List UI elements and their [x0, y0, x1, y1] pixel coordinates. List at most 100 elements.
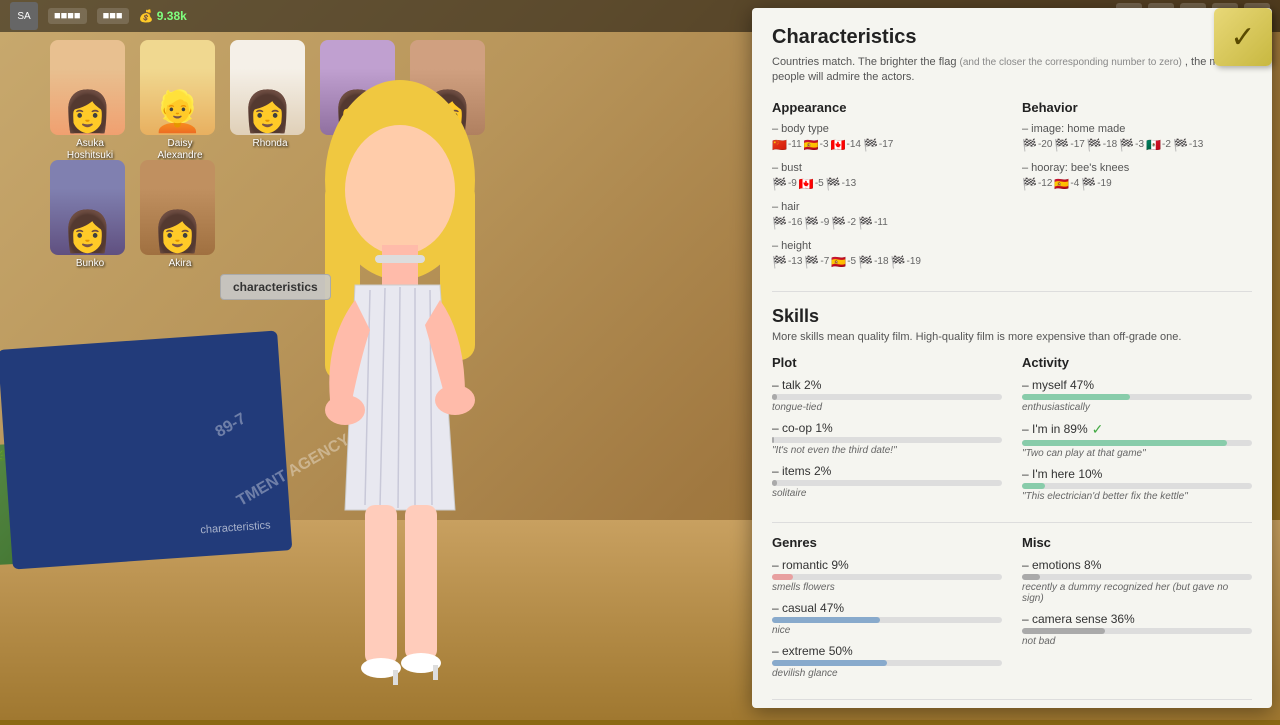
skill-imin-bar: [1022, 440, 1227, 446]
flag-es2: 🇪🇸-5: [831, 255, 856, 269]
char-card-asuka[interactable]: 👩 AsukaHoshitsuki: [50, 40, 130, 162]
image-group: – image: home made 🏁-20 🏁-17 🏁-18 🏁-3 🇲🇽…: [1022, 123, 1252, 152]
char-card-akira[interactable]: 👩 Akira: [140, 160, 220, 270]
char-card-label-akira: Akira: [140, 258, 220, 270]
skill-myself-name: – myself 47%: [1022, 378, 1252, 392]
flag-h1: 🏁-12: [1022, 177, 1052, 191]
characteristics-columns: Appearance – body type 🇨🇳-11 🇪🇸-3 🇨🇦-14 …: [772, 100, 1252, 279]
flag-es1: 🇪🇸-3: [804, 138, 829, 152]
skill-items-bar-container: [772, 480, 1002, 486]
skill-items-name: – items 2%: [772, 464, 1002, 478]
main-panel: Characteristics Countries match. The bri…: [752, 8, 1272, 708]
hud-avatar: SA: [10, 2, 38, 30]
flag-b2: 🏁-17: [1054, 138, 1084, 152]
appearance-title: Appearance: [772, 100, 1002, 115]
hair-flags: 🏁-16 🏁-9 🏁-2 🏁-11: [772, 216, 1002, 230]
bust-group: – bust 🏁-9 🇨🇦-5 🏁-13: [772, 162, 1002, 191]
hooray-group: – hooray: bee's knees 🏁-12 🇪🇸-4 🏁-19: [1022, 162, 1252, 191]
skill-camera-desc: not bad: [1022, 636, 1252, 647]
flag-ca2: 🇨🇦-5: [799, 177, 824, 191]
skill-coop-name: – co-op 1%: [772, 421, 1002, 435]
char-card-label-asuka: AsukaHoshitsuki: [50, 138, 130, 162]
height-flags: 🏁-13 🏁-7 🇪🇸-5 🏁-18 🏁-19: [772, 255, 1002, 269]
flag-f9: 🏁-7: [804, 255, 829, 269]
skill-imhere-bar-container: [1022, 483, 1252, 489]
skill-items: – items 2% solitaire: [772, 464, 1002, 499]
flag-b1: 🏁-20: [1022, 138, 1052, 152]
skill-camera-bar: [1022, 628, 1105, 634]
char-card-bunko[interactable]: 👩 Bunko: [50, 160, 130, 270]
skills-columns: Plot – talk 2% tongue-tied – co-op 1% "I…: [772, 355, 1252, 510]
main-character: [270, 60, 530, 720]
skill-extreme-name: – extreme 50%: [772, 644, 1002, 658]
char-card-label-bunko: Bunko: [50, 258, 130, 270]
flag-mx: 🇲🇽-2: [1146, 138, 1171, 152]
hud-stat-bar: ■■■: [97, 8, 129, 24]
hud-money: 💰 9.38k: [139, 9, 187, 23]
bust-flags: 🏁-9 🇨🇦-5 🏁-13: [772, 177, 1002, 191]
hair-label: – hair: [772, 201, 1002, 213]
skill-myself-bar: [1022, 394, 1130, 400]
genres-col: Genres – romantic 9% smells flowers – ca…: [772, 535, 1002, 687]
skill-coop-desc: "It's not even the third date!": [772, 445, 1002, 456]
height-label: – height: [772, 240, 1002, 252]
characteristics-button[interactable]: characteristics: [220, 274, 331, 300]
hair-group: – hair 🏁-16 🏁-9 🏁-2 🏁-11: [772, 201, 1002, 230]
char-card-img-bunko: 👩: [50, 160, 125, 255]
skill-myself-desc: enthusiastically: [1022, 402, 1252, 413]
flag-f1: 🏁-17: [863, 138, 893, 152]
skill-emotions-bar-container: [1022, 574, 1252, 580]
skill-myself-bar-container: [1022, 394, 1252, 400]
confirm-button[interactable]: ✓: [1214, 8, 1272, 66]
skill-imin-bar-container: [1022, 440, 1252, 446]
genres-misc-columns: Genres – romantic 9% smells flowers – ca…: [772, 535, 1252, 687]
hooray-flags: 🏁-12 🇪🇸-4 🏁-19: [1022, 177, 1252, 191]
skill-myself: – myself 47% enthusiastically: [1022, 378, 1252, 413]
skill-extreme-bar: [772, 660, 887, 666]
skill-imin-desc: "Two can play at that game": [1022, 448, 1252, 459]
divider3: [772, 699, 1252, 700]
character-svg: [270, 60, 530, 720]
skill-romantic-bar: [772, 574, 793, 580]
height-group: – height 🏁-13 🏁-7 🇪🇸-5 🏁-18 🏁-19: [772, 240, 1002, 269]
skill-imhere-bar: [1022, 483, 1045, 489]
asuka-avatar: 👩: [50, 40, 125, 135]
skill-emotions-bar: [1022, 574, 1040, 580]
skills-desc: More skills mean quality film. High-qual…: [772, 331, 1252, 343]
skill-coop-bar: [772, 437, 774, 443]
image-label: – image: home made: [1022, 123, 1252, 135]
flag-cn: 🇨🇳-11: [772, 138, 802, 152]
body-type-label: – body type: [772, 123, 1002, 135]
char-card-daisy[interactable]: 👱 DaisyAlexandre: [140, 40, 220, 162]
skill-casual-desc: nice: [772, 625, 1002, 636]
misc-title: Misc: [1022, 535, 1252, 550]
divider1: [772, 291, 1252, 292]
skill-imhere: – I'm here 10% "This electrician'd bette…: [1022, 467, 1252, 502]
binder: characteristics: [0, 331, 292, 570]
hooray-label: – hooray: bee's knees: [1022, 162, 1252, 174]
char-card-label-daisy: DaisyAlexandre: [140, 138, 220, 162]
skill-camera-name: – camera sense 36%: [1022, 612, 1252, 626]
skill-talk-bar-container: [772, 394, 1002, 400]
plot-col: Plot – talk 2% tongue-tied – co-op 1% "I…: [772, 355, 1002, 510]
skills-title: Skills: [772, 306, 1252, 327]
flag-es3: 🇪🇸-4: [1054, 177, 1079, 191]
genres-title: Genres: [772, 535, 1002, 550]
skill-coop: – co-op 1% "It's not even the third date…: [772, 421, 1002, 456]
behavior-col: Behavior – image: home made 🏁-20 🏁-17 🏁-…: [1022, 100, 1252, 279]
hud-health-bar: ■■■■: [48, 8, 87, 24]
skill-imin: – I'm in 89% ✓ "Two can play at that gam…: [1022, 421, 1252, 459]
bust-label: – bust: [772, 162, 1002, 174]
skill-extreme: – extreme 50% devilish glance: [772, 644, 1002, 679]
char-card-img-daisy: 👱: [140, 40, 215, 135]
activity-col: Activity – myself 47% enthusiastically –…: [1022, 355, 1252, 510]
skill-emotions-desc: recently a dummy recognized her (but gav…: [1022, 582, 1252, 604]
skill-imhere-name: – I'm here 10%: [1022, 467, 1252, 481]
skill-emotions-name: – emotions 8%: [1022, 558, 1252, 572]
skill-romantic: – romantic 9% smells flowers: [772, 558, 1002, 593]
skill-camera-bar-container: [1022, 628, 1252, 634]
binder-text: characteristics: [200, 519, 271, 536]
subtitle-note: (and the closer the corresponding number…: [960, 57, 1182, 68]
appearance-col: Appearance – body type 🇨🇳-11 🇪🇸-3 🇨🇦-14 …: [772, 100, 1002, 279]
flag-f2: 🏁-9: [772, 177, 797, 191]
